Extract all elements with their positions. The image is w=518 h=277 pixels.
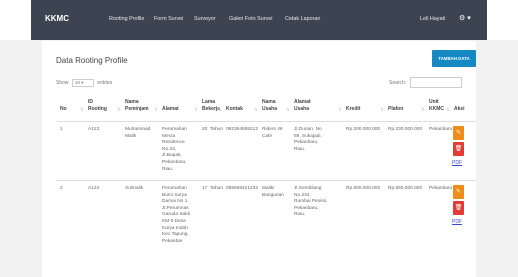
add-data-button[interactable]: TAMBAH DATA [432,50,476,67]
cell-no: 1 [60,127,63,132]
cell-unit: Pekanbaru [429,127,453,132]
entries-label: entries [97,80,113,86]
col-header-kredit[interactable]: Kredit [346,106,360,113]
sort-icon[interactable]: ⇅ [446,107,450,113]
cell-plafon: Rp.230.000.000 [388,127,423,132]
edit-button[interactable]: ✎ [453,126,464,140]
navbar-bar: KKMC Rooting Profile Form Survei Surveyo… [31,0,487,40]
col-header-id-rooting[interactable]: ID Rooting [88,99,107,113]
cell-nama: Muhammad Malik [125,127,151,139]
pdf-link[interactable]: PDF [452,160,462,166]
cell-kontak: 082364558212 [226,127,259,132]
user-name[interactable]: Leli Hayati [420,16,445,22]
cell-id: A124 [88,186,100,191]
entries-value: 10 [74,80,81,85]
col-header-aksi[interactable]: Aksi [454,106,465,113]
cell-usaha: Maliki Bangunan [262,186,284,198]
sort-icon[interactable]: ⇅ [338,107,342,113]
cell-alamat-usaha: Jl.Sembilang No.234, Rumbai Pesisir, Pek… [294,186,328,218]
nav-rooting-profile[interactable]: Rooting Profile [109,16,144,22]
sort-icon[interactable]: ⇅ [380,107,384,113]
rooting-profile-panel: Data Rooting Profile TAMBAH DATA Show 10… [42,41,476,277]
delete-button[interactable]: 🗑 [453,201,464,215]
sort-icon[interactable]: ⇅ [286,107,290,113]
col-header-kontak[interactable]: Kontak [226,106,243,113]
col-header-nama-peminjam[interactable]: Nama Peminjam [125,99,149,113]
cell-alamat: Perumahan Merza Residence No.23, Jl.Bupa… [162,127,187,172]
delete-button[interactable]: 🗑 [453,142,464,156]
cell-id: A123 [88,127,100,132]
cell-kredit: Rp.600.000.000 [346,186,381,191]
entries-control: Show 10 ▾ entries [56,79,112,87]
col-header-alamat[interactable]: Alamat [162,106,179,113]
sort-icon[interactable]: ⇅ [421,107,425,113]
brand-logo[interactable]: KKMC [45,14,69,23]
col-header-nama-usaha[interactable]: Nama Usaha [262,99,277,113]
search-label: Search: [389,80,407,86]
gear-icon[interactable]: ⚙ ▾ [459,14,471,22]
pdf-link[interactable]: PDF [452,219,462,225]
entries-select[interactable]: 10 ▾ [71,79,94,87]
cell-usaha: Riders 46 Cafe [262,127,283,139]
cell-nama: Sulmalik [125,186,144,191]
col-header-alamat-usaha[interactable]: Alamat Usaha [294,99,311,113]
search-input[interactable] [410,77,462,88]
cell-plafon: Rp.650.000.000 [388,186,423,191]
cell-kontak: 085668421232 [226,186,259,191]
page-title: Data Rooting Profile [56,56,128,65]
sort-icon[interactable]: ⇅ [218,107,222,113]
sort-icon[interactable]: ⇅ [254,107,258,113]
cell-lama: 20 Tahun [202,127,223,132]
nav-form-survei[interactable]: Form Survei [154,16,183,22]
edit-button[interactable]: ✎ [453,185,464,199]
header-divider [56,121,476,122]
cell-lama: 17 Tahun [202,186,223,191]
nav-surveyor[interactable]: Surveyor [194,16,216,22]
top-navbar: KKMC Rooting Profile Form Survei Surveyo… [0,0,518,40]
row-divider [56,180,476,181]
sort-icon[interactable]: ⇅ [194,107,198,113]
cell-kredit: Rp.200.000.000 [346,127,381,132]
col-header-no[interactable]: No [60,106,67,113]
sort-icon[interactable]: ⇅ [154,107,158,113]
nav-galeri-foto[interactable]: Galeri Foto Survei [229,16,272,22]
cell-unit: Pekanbaru [429,186,453,191]
cell-no: 2 [60,186,63,191]
sort-icon[interactable]: ⇅ [117,107,121,113]
sort-icon[interactable]: ⇅ [80,107,84,113]
col-header-unit-kkmc[interactable]: Unit KKMC [429,99,444,113]
col-header-plafon[interactable]: Plafon [388,106,403,113]
show-label: Show [56,80,69,86]
nav-cetak-laporan[interactable]: Cetak Laporan [285,16,320,22]
cell-alamat-usaha: Jl.Durian, No 89, Sukajadi, Pekanbaru, R… [294,127,322,152]
cell-alamat: Perumahan Bumi Surya Damai No 1, Jl.Peru… [162,186,190,244]
